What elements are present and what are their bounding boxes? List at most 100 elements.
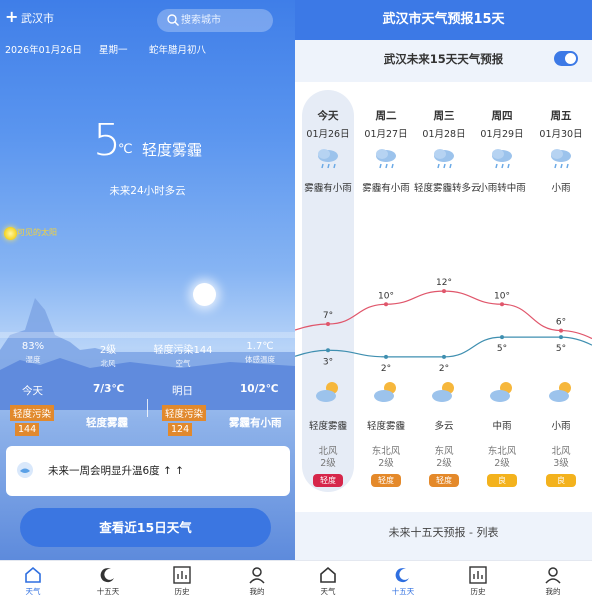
high-temp-label: 6° (556, 318, 566, 328)
night-weather-icon (374, 382, 396, 402)
nav-profile[interactable]: 我的 (528, 565, 578, 597)
view-15-day-button[interactable]: 查看近15日天气 (20, 508, 271, 547)
day-condition: 雾霾有小雨 (304, 183, 352, 194)
day-condition: 小雨 (551, 183, 571, 194)
night-weather-icon (316, 382, 338, 402)
night-condition: 小雨 (551, 421, 571, 432)
current-condition: 轻度雾霾 (142, 141, 203, 159)
forecast-subtitle: 武汉未来15天天气预报 (383, 52, 504, 66)
nav-15-days[interactable]: 十五天 (378, 565, 428, 597)
forecast-24h: 未来24小时多云 (109, 185, 186, 197)
sun-label: 可见的太阳 (17, 228, 57, 237)
tomorrow-range: 10/2℃ (240, 383, 279, 395)
today-label: 今天 (22, 385, 43, 397)
nav-history-label: 历史 (470, 587, 486, 596)
tomorrow-condition: 雾霾有小雨 (229, 417, 282, 429)
nav-weather[interactable]: 天气 (8, 565, 58, 597)
search-box[interactable] (157, 9, 273, 32)
wind-info: 东风 2级 (414, 446, 474, 470)
day-date: 01月29日 (480, 129, 524, 140)
tomorrow-pollution-badge: 轻度污染 (162, 405, 207, 421)
low-temp-point (559, 335, 563, 340)
day-name: 周四 (491, 110, 513, 122)
aqi-badge: 良 (487, 474, 517, 487)
low-temp-label: 2° (439, 364, 449, 374)
temperature-unit: ℃ (118, 142, 133, 157)
nav-profile[interactable]: 我的 (232, 565, 282, 597)
trend-notice[interactable]: 未来一周会明显升温6度 ↑ ↑ (6, 446, 290, 496)
nav-history[interactable]: 历史 (453, 565, 503, 597)
rain-cloud-icon (376, 149, 396, 169)
night-weather-icon (549, 382, 571, 402)
low-temp-point (442, 354, 446, 359)
wind-info: 东北风 2级 (472, 446, 532, 470)
wind-info: 东北风 2级 (356, 446, 416, 470)
day-date: 01月28日 (422, 129, 466, 140)
today-pollution-badge: 轻度污染 (10, 405, 55, 421)
home-weather-panel: + 武汉市 2026年01月26日 星期一 蛇年腊月初八 5 ℃ 轻度雾霾 未来… (0, 0, 295, 600)
wind-level: 2级 (320, 458, 336, 469)
user-icon (545, 567, 561, 584)
low-temp-point (500, 335, 504, 340)
wind-label: 北风 (100, 359, 116, 368)
chart-icon (173, 566, 191, 584)
air-quality-stat: 轻度污染144 空气 (145, 341, 221, 369)
city-name[interactable]: 武汉市 (21, 10, 54, 26)
chart-icon (469, 566, 487, 584)
nav-15-days[interactable]: 十五天 (83, 565, 133, 597)
feels-like-stat: 1.7℃ 体感温度 (236, 341, 284, 365)
aqi-badge: 轻度 (429, 474, 459, 487)
nav-history-label: 历史 (174, 587, 190, 596)
wind-direction: 东北风 (371, 446, 401, 457)
day-name: 周二 (375, 110, 397, 122)
wind-direction: 东风 (434, 446, 454, 457)
high-temp-label: 10° (378, 291, 394, 301)
air-quality-value: 轻度污染144 (153, 345, 213, 356)
wind-level: 2级 (378, 458, 394, 469)
today-aqi-badge: 144 (15, 423, 40, 436)
high-temp-point (559, 328, 563, 333)
night-condition: 轻度雾霾 (308, 421, 347, 432)
aqi-badge: 良 (546, 474, 576, 487)
wind-level: 2级 (494, 458, 510, 469)
day-condition: 小雨转中雨 (478, 183, 526, 194)
weather-trend-icon (17, 462, 33, 478)
rain-cloud-icon (318, 149, 338, 169)
high-temp-label: 7° (323, 311, 333, 321)
high-temp-point (500, 302, 504, 307)
date-text: 2026年01月26日 (5, 45, 82, 56)
moon-icon (100, 568, 114, 583)
list-view-link[interactable]: 未来十五天预报 - 列表 (295, 512, 592, 554)
add-city-button[interactable]: + (5, 7, 18, 26)
current-temperature: 5 (93, 115, 121, 166)
aqi-badge: 轻度 (371, 474, 401, 487)
nav-15-days-label: 十五天 (391, 587, 415, 596)
search-input[interactable] (181, 12, 267, 29)
day-date: 01月26日 (306, 129, 350, 140)
rain-cloud-icon (492, 149, 512, 169)
weekday-text: 星期一 (99, 45, 128, 56)
view-toggle[interactable] (554, 51, 578, 66)
top-bar: + 武汉市 (0, 0, 295, 38)
wind-info: 北风 3级 (531, 446, 591, 470)
low-temp-point (384, 354, 388, 359)
rain-cloud-icon (434, 149, 454, 169)
low-temp-line (295, 336, 592, 358)
user-icon (249, 567, 265, 584)
high-temp-label: 10° (494, 291, 510, 301)
high-temp-point (442, 289, 446, 294)
nav-weather[interactable]: 天气 (303, 565, 353, 597)
humidity-value: 83% (21, 341, 45, 352)
day-name: 周三 (433, 110, 455, 122)
forecast-header: 武汉市天气预报15天 (295, 0, 592, 40)
humidity-label: 湿度 (25, 355, 41, 364)
low-temp-label: 5° (556, 344, 566, 354)
rain-cloud-icon (551, 149, 571, 169)
nav-history[interactable]: 历史 (157, 565, 207, 597)
nav-weather-label: 天气 (320, 587, 336, 596)
lunar-date-text: 蛇年腊月初八 (149, 45, 207, 56)
search-icon (167, 14, 179, 26)
day-date: 01月27日 (364, 129, 408, 140)
day-date: 01月30日 (539, 129, 583, 140)
moon-icon (395, 568, 409, 583)
